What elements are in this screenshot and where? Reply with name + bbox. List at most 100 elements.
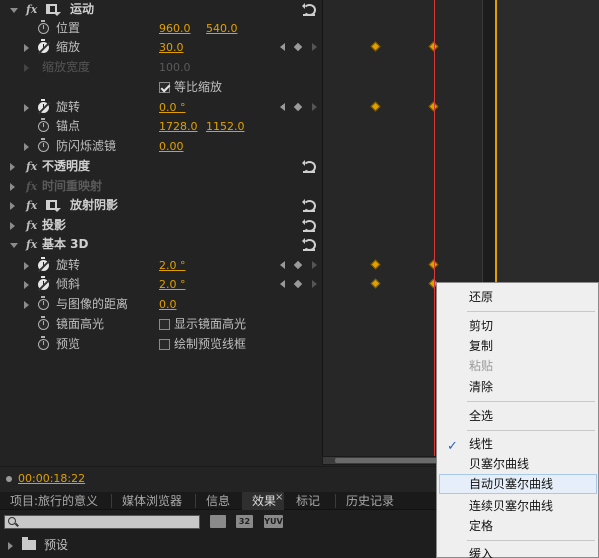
menu-item-bezier[interactable]: 贝塞尔曲线 xyxy=(439,454,597,474)
property-row-anti-flicker: 防闪烁滤镜 0.00 xyxy=(4,137,322,156)
motion-transform-icon[interactable] xyxy=(46,4,61,16)
expand-triangle-icon[interactable] xyxy=(24,104,29,112)
fx-icon[interactable]: fx xyxy=(26,196,37,215)
expand-triangle-icon[interactable] xyxy=(10,8,18,13)
reset-icon[interactable] xyxy=(302,1,316,16)
tab-markers[interactable]: 标记 xyxy=(286,492,334,510)
fx-icon[interactable]: fx xyxy=(26,0,37,19)
keyframe-navigator[interactable] xyxy=(280,260,324,271)
menu-item-continuous-bezier[interactable]: 连续贝塞尔曲线 xyxy=(439,496,597,516)
tab-project[interactable]: 项目:旅行的意义 xyxy=(0,492,110,510)
effect-row-time-remap[interactable]: fx 时间重映射 xyxy=(4,177,322,196)
menu-item-clear[interactable]: 清除 xyxy=(439,377,597,397)
menu-item-copy[interactable]: 复制 xyxy=(439,336,597,356)
yuv-effects-icon[interactable]: YUV xyxy=(264,515,283,528)
position-x-value[interactable]: 960.0 xyxy=(159,19,191,38)
stopwatch-icon[interactable] xyxy=(37,257,51,272)
32bit-effects-icon[interactable]: 32 xyxy=(236,515,253,528)
menu-item-hold[interactable]: 定格 xyxy=(439,516,597,536)
tab-info[interactable]: 信息 xyxy=(196,492,240,510)
3d-rotation-value[interactable]: 2.0 ° xyxy=(159,256,186,275)
accelerated-effects-icon[interactable] xyxy=(210,515,226,528)
property-row-rotation: 旋转 0.0 ° xyxy=(4,98,322,117)
property-label: 锚点 xyxy=(56,119,81,133)
menu-item-linear[interactable]: ✓ 线性 xyxy=(439,434,597,454)
stopwatch-icon[interactable] xyxy=(38,118,49,132)
expand-triangle-icon[interactable] xyxy=(8,542,13,550)
menu-item-label: 缓入 xyxy=(469,547,494,558)
stopwatch-icon[interactable] xyxy=(38,316,49,330)
expand-triangle-icon[interactable] xyxy=(10,243,18,248)
expand-triangle-icon[interactable] xyxy=(10,183,15,191)
stopwatch-icon[interactable] xyxy=(38,138,49,152)
specular-checkbox[interactable] xyxy=(159,319,170,330)
property-label: 缩放 xyxy=(56,40,81,54)
anti-flicker-value[interactable]: 0.00 xyxy=(159,137,184,156)
tab-close-icon[interactable]: × xyxy=(275,492,283,503)
stopwatch-icon[interactable] xyxy=(38,336,49,350)
stopwatch-icon[interactable] xyxy=(38,20,49,34)
scale-value[interactable]: 30.0 xyxy=(159,38,184,57)
menu-item-ease-in[interactable]: 缓入 xyxy=(439,544,597,558)
preview-checkbox[interactable] xyxy=(159,339,170,350)
position-y-value[interactable]: 540.0 xyxy=(206,19,238,38)
current-timecode[interactable]: 00:00:18:22 xyxy=(18,472,85,485)
uniform-scale-checkbox[interactable] xyxy=(159,82,170,93)
menu-separator xyxy=(467,540,595,541)
property-label: 预览 xyxy=(56,337,81,351)
distance-value[interactable]: 0.0 xyxy=(159,295,177,314)
effect-row-opacity[interactable]: fx 不透明度 xyxy=(4,157,322,176)
menu-item-cut[interactable]: 剪切 xyxy=(439,316,597,336)
effect-row-drop-shadow[interactable]: fx 投影 xyxy=(4,216,322,235)
rotation-value[interactable]: 0.0 ° xyxy=(159,98,186,117)
property-row-3d-rotation: 旋转 2.0 ° xyxy=(4,256,322,275)
context-menu: 还原 剪切 复制 粘贴 清除 全选 ✓ 线性 贝塞尔曲线 自动贝塞尔曲线 连续贝… xyxy=(436,282,599,558)
anchor-x-value[interactable]: 1728.0 xyxy=(159,117,198,136)
reset-icon[interactable] xyxy=(302,217,316,232)
effect-row-motion[interactable]: fx 运动 xyxy=(4,0,322,19)
tab-history[interactable]: 历史记录 xyxy=(336,492,426,510)
reset-icon[interactable] xyxy=(302,236,316,251)
effect-label: 基本 3D xyxy=(42,237,89,251)
expand-triangle-icon xyxy=(24,64,29,72)
expand-triangle-icon[interactable] xyxy=(24,281,29,289)
keyframe-navigator[interactable] xyxy=(280,279,324,290)
expand-triangle-icon[interactable] xyxy=(10,222,15,230)
expand-triangle-icon[interactable] xyxy=(10,202,15,210)
menu-item-label: 复制 xyxy=(469,339,494,353)
stopwatch-icon[interactable] xyxy=(37,99,51,114)
reset-icon[interactable] xyxy=(302,158,316,173)
menu-item-undo[interactable]: 还原 xyxy=(439,287,597,307)
menu-item-auto-bezier[interactable]: 自动贝塞尔曲线 xyxy=(439,474,597,494)
menu-item-select-all[interactable]: 全选 xyxy=(439,406,597,426)
menu-item-label: 自动贝塞尔曲线 xyxy=(469,477,554,491)
keyframe-navigator[interactable] xyxy=(280,42,324,53)
stopwatch-icon[interactable] xyxy=(38,296,49,310)
playhead[interactable] xyxy=(434,0,435,460)
fx-icon[interactable]: fx xyxy=(26,216,37,235)
effect-row-basic-3d[interactable]: fx 基本 3D xyxy=(4,235,322,254)
menu-separator xyxy=(467,311,595,312)
keyframe-navigator[interactable] xyxy=(280,102,324,113)
expand-triangle-icon[interactable] xyxy=(24,143,29,151)
scale-width-value: 100.0 xyxy=(159,61,191,74)
expand-triangle-icon[interactable] xyxy=(24,44,29,52)
tab-media-browser[interactable]: 媒体浏览器 xyxy=(112,492,194,510)
property-row-specular: 镜面高光 显示镜面高光 xyxy=(4,315,322,334)
stopwatch-icon[interactable] xyxy=(37,39,51,54)
property-label: 倾斜 xyxy=(56,277,81,291)
fx-icon[interactable]: fx xyxy=(26,157,37,176)
effect-mask-icon[interactable] xyxy=(46,200,61,212)
expand-triangle-icon[interactable] xyxy=(24,301,29,309)
reset-icon[interactable] xyxy=(302,197,316,212)
expand-triangle-icon[interactable] xyxy=(24,262,29,270)
expand-triangle-icon[interactable] xyxy=(10,163,15,171)
anchor-y-value[interactable]: 1152.0 xyxy=(206,117,245,136)
folder-icon xyxy=(22,537,36,550)
effect-label: 投影 xyxy=(42,218,67,232)
tilt-value[interactable]: 2.0 ° xyxy=(159,275,186,294)
effect-row-radial-shadow[interactable]: fx 放射阴影 xyxy=(4,196,322,215)
effects-search-input[interactable] xyxy=(4,515,200,529)
stopwatch-icon[interactable] xyxy=(37,276,51,291)
fx-icon[interactable]: fx xyxy=(26,235,37,254)
